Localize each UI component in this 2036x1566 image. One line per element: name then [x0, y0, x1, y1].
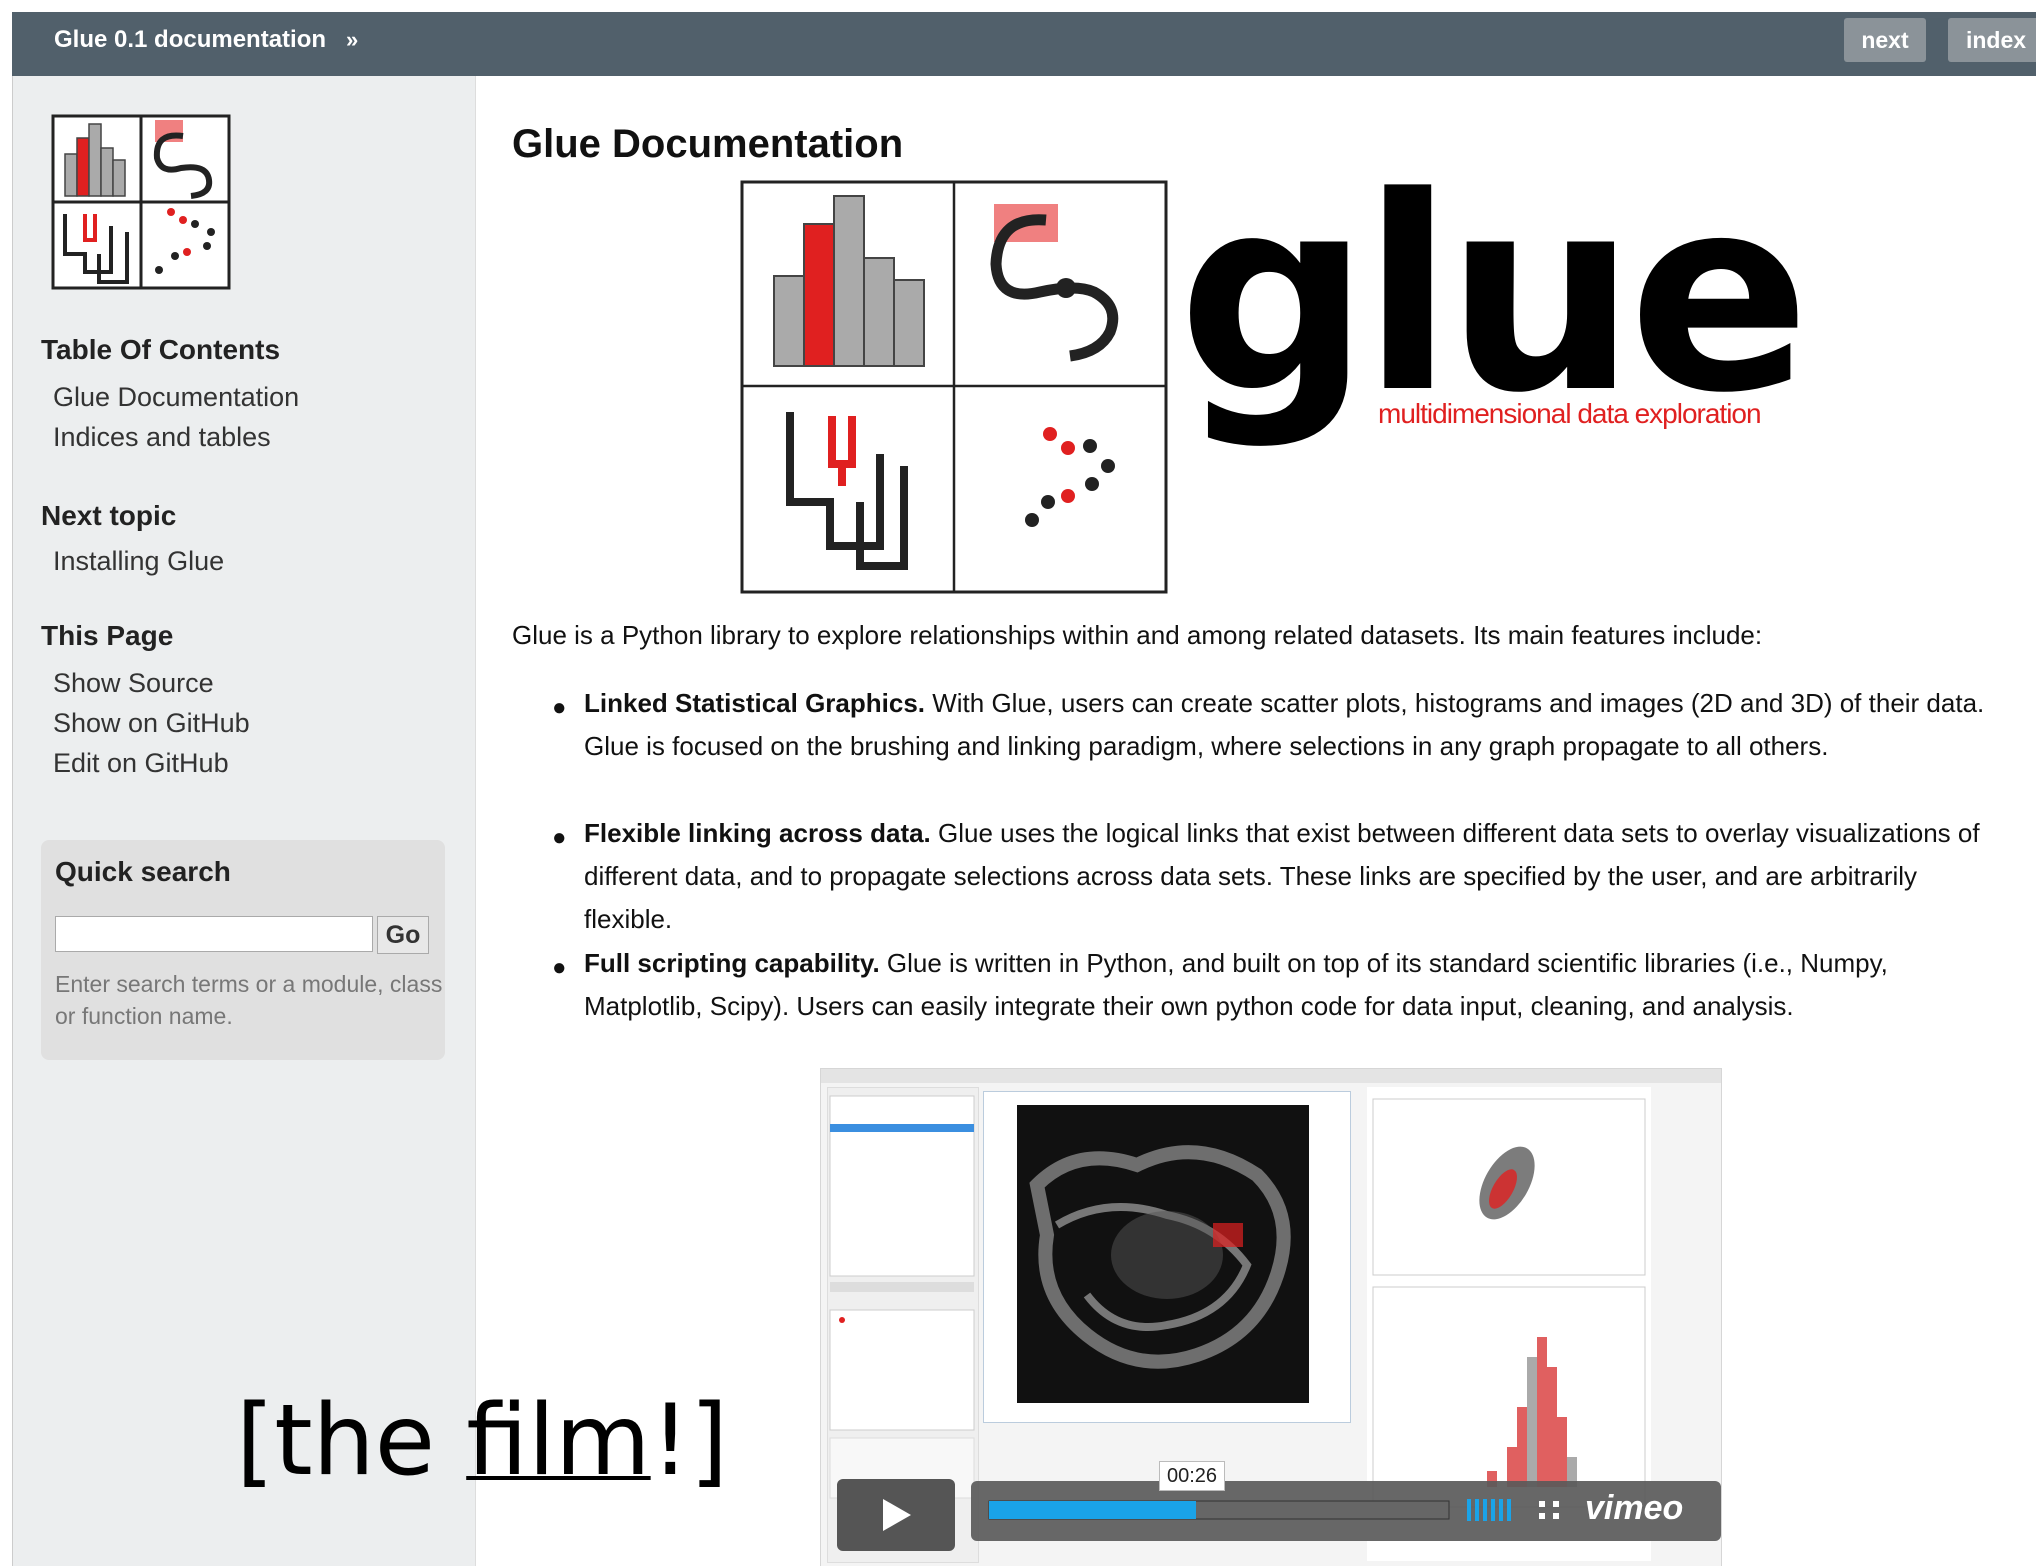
- time-indicator: 00:26: [1159, 1461, 1225, 1491]
- go-button[interactable]: Go: [377, 916, 429, 954]
- quick-search-box: Quick search Go Enter search terms or a …: [41, 840, 445, 1060]
- this-page-heading: This Page: [41, 620, 174, 651]
- fullscreen-icon: [1539, 1501, 1559, 1519]
- play-icon: [883, 1499, 911, 1531]
- video-player[interactable]: vimeo 00:26: [820, 1068, 1722, 1566]
- feature-title: Linked Statistical Graphics.: [584, 688, 925, 718]
- search-hint: Enter search terms or a module, class or…: [55, 971, 443, 1029]
- feature-item-flexible-linking: Flexible linking across data. Glue uses …: [584, 812, 2004, 941]
- bullet-icon: ●: [552, 954, 567, 981]
- show-on-github-link[interactable]: Show on GitHub: [53, 708, 250, 739]
- glue-wordmark: glue: [1178, 140, 1810, 452]
- play-button[interactable]: [837, 1479, 955, 1551]
- glue-tagline: multidimensional data exploration: [1378, 398, 1762, 429]
- toc-link-indices-tables[interactable]: Indices and tables: [53, 422, 271, 453]
- sidebar: Table Of Contents Glue Documentation Ind…: [12, 76, 476, 1566]
- documentation-page: Glue 0.1 documentation » next index Tabl…: [12, 12, 2036, 1566]
- feature-item-scripting: Full scripting capability. Glue is writt…: [584, 942, 2004, 1028]
- film-link[interactable]: film: [466, 1384, 650, 1498]
- breadcrumb-home-link[interactable]: Glue 0.1 documentation: [54, 26, 326, 54]
- vimeo-logo[interactable]: vimeo: [1585, 1489, 1683, 1528]
- progress-fill: [989, 1501, 1196, 1519]
- show-source-link[interactable]: Show Source: [53, 668, 214, 699]
- next-topic-link[interactable]: Installing Glue: [53, 546, 224, 577]
- feature-title: Full scripting capability.: [584, 948, 880, 978]
- breadcrumb-separator: »: [346, 27, 359, 52]
- volume-icon: [1467, 1499, 1511, 1521]
- toc-heading: Table Of Contents: [41, 334, 281, 365]
- bullet-icon: ●: [552, 694, 567, 721]
- bullet-icon: ●: [552, 824, 567, 851]
- caption-close: !]: [650, 1384, 729, 1498]
- sidebar-glue-logo[interactable]: [51, 114, 231, 295]
- video-control-bar: vimeo: [971, 1481, 1721, 1541]
- feature-item-linked-graphics: Linked Statistical Graphics. With Glue, …: [584, 682, 2004, 768]
- index-button[interactable]: index: [1948, 18, 2036, 62]
- nebula-image: [1017, 1105, 1309, 1403]
- feature-title: Flexible linking across data.: [584, 818, 931, 848]
- next-topic-heading: Next topic: [41, 500, 177, 531]
- caption-open: [the: [236, 1384, 467, 1498]
- search-input[interactable]: [55, 916, 373, 952]
- glue-logo-icons: [740, 180, 1168, 599]
- film-caption: [the film!]: [236, 1384, 728, 1498]
- video-window-titlebar: [821, 1069, 1721, 1083]
- intro-paragraph: Glue is a Python library to explore rela…: [512, 620, 1763, 650]
- top-navigation-bar: Glue 0.1 documentation » next index: [12, 12, 2036, 76]
- toc-link-glue-documentation[interactable]: Glue Documentation: [53, 382, 299, 413]
- page-title: Glue Documentation: [512, 122, 904, 166]
- edit-on-github-link[interactable]: Edit on GitHub: [53, 748, 229, 779]
- quick-search-heading: Quick search: [55, 856, 231, 887]
- next-button[interactable]: next: [1844, 18, 1926, 62]
